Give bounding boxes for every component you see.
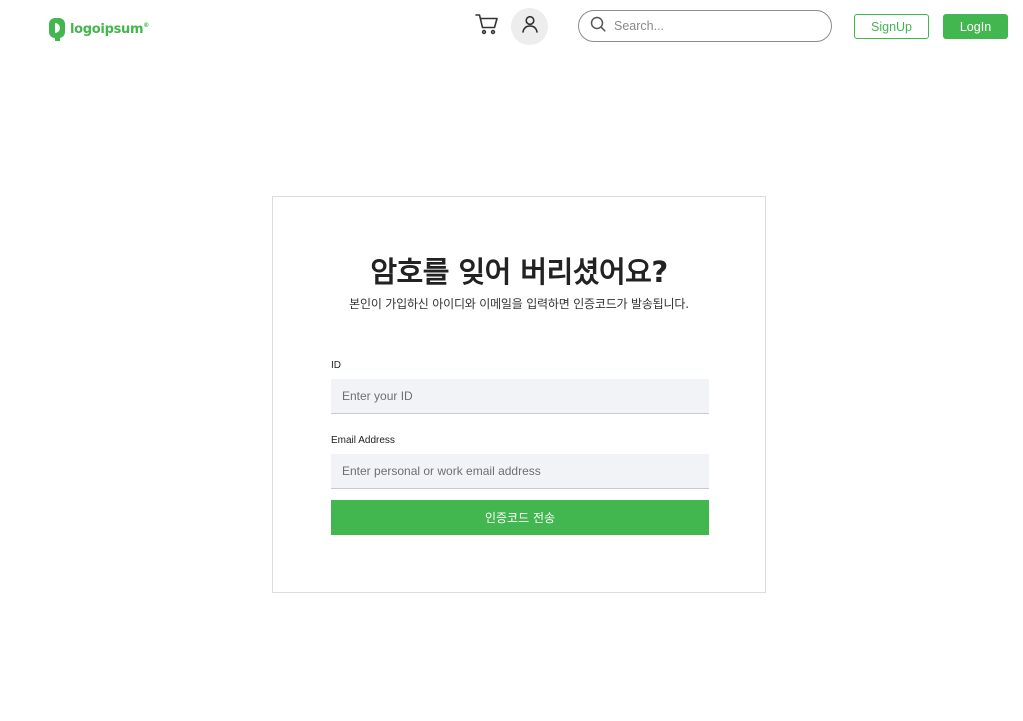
login-button[interactable]: LogIn: [943, 14, 1008, 39]
top-nav: logoipsum® SignUp LogIn: [0, 0, 1023, 56]
logo[interactable]: logoipsum®: [48, 16, 149, 42]
id-input[interactable]: [331, 379, 709, 414]
page-subtitle: 본인이 가입하신 아이디와 이메일을 입력하면 인증코드가 발송됩니다.: [349, 297, 689, 311]
search-input[interactable]: [614, 19, 814, 33]
signup-button[interactable]: SignUp: [854, 14, 929, 39]
logo-mark-icon: [48, 16, 66, 42]
page-title: 암호를 잊어 버리셨어요?: [370, 255, 668, 289]
id-label: ID: [331, 360, 341, 371]
user-icon: [521, 15, 539, 38]
email-label: Email Address: [331, 435, 395, 446]
cart-icon: [475, 13, 499, 40]
cart-button[interactable]: [473, 13, 501, 39]
user-account-button[interactable]: [511, 8, 548, 45]
forgot-password-card: 암호를 잊어 버리셨어요? 본인이 가입하신 아이디와 이메일을 입력하면 인증…: [272, 196, 766, 593]
search-icon: [590, 16, 606, 37]
email-input[interactable]: [331, 454, 709, 489]
logo-text: logoipsum®: [70, 21, 149, 37]
send-code-button[interactable]: 인증코드 전송: [331, 500, 709, 535]
search-bar[interactable]: [578, 10, 832, 42]
